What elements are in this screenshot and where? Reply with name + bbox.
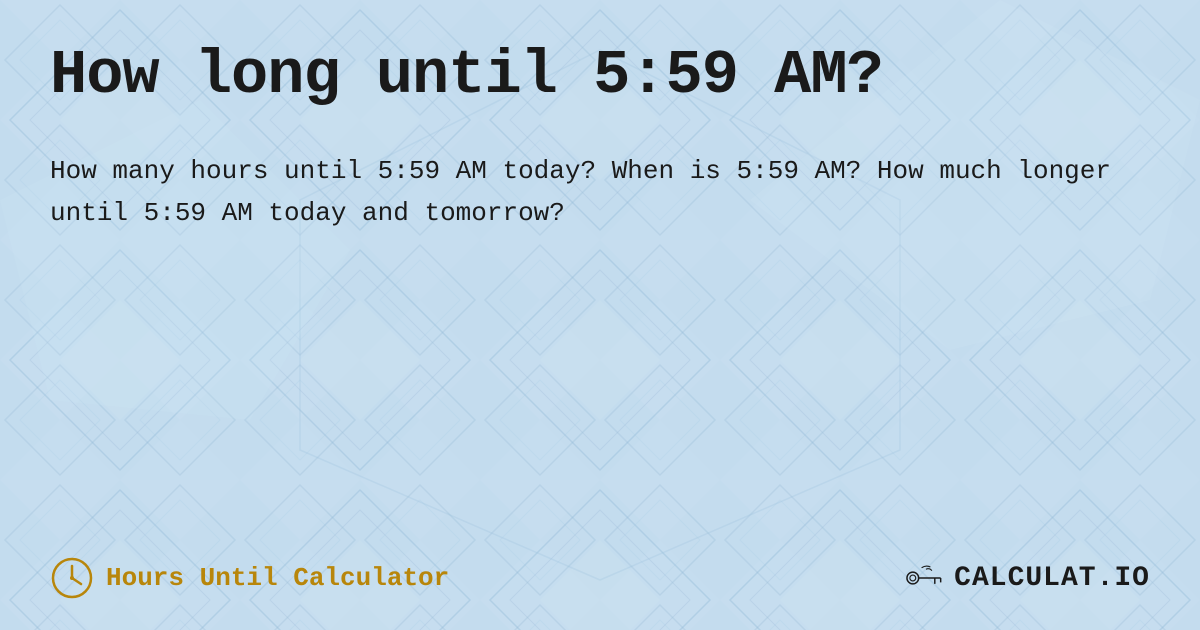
- page-description: How many hours until 5:59 AM today? When…: [50, 151, 1150, 234]
- page-title: How long until 5:59 AM?: [50, 40, 1150, 111]
